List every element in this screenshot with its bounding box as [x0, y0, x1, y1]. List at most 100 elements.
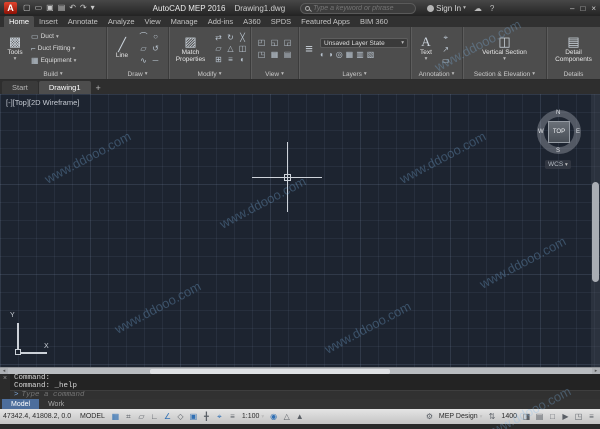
- vertical-scrollbar-thumb[interactable]: [592, 182, 599, 282]
- polygon-icon[interactable]: ▱: [138, 43, 149, 54]
- vertical-section-button[interactable]: ◫ Vertical Section ▾: [482, 35, 527, 63]
- tools-button[interactable]: ▩ Tools ▾: [2, 35, 28, 63]
- close-button[interactable]: ×: [591, 4, 596, 13]
- viewcube-south[interactable]: S: [556, 148, 560, 154]
- plot-icon[interactable]: ▤: [58, 2, 66, 14]
- match-properties-button[interactable]: ▨ Match Properties: [171, 35, 210, 63]
- layer-lock-icon[interactable]: ◎: [336, 50, 343, 59]
- view-front-icon[interactable]: ◱: [269, 37, 281, 48]
- cut-plane-value[interactable]: 1400: [501, 413, 517, 420]
- layer-off-icon[interactable]: ◐: [320, 50, 325, 59]
- view-top-icon[interactable]: ◰: [256, 37, 268, 48]
- layer-match-icon[interactable]: ▥: [356, 50, 364, 59]
- duct-fitting-button[interactable]: ⌐ Duct Fitting ▾: [31, 43, 76, 54]
- lineweight-icon[interactable]: ≡: [227, 411, 238, 422]
- layer-isolate-icon[interactable]: ▦: [346, 50, 354, 59]
- rotate-icon[interactable]: ↻: [225, 33, 236, 43]
- polyline-icon[interactable]: ─: [150, 55, 161, 66]
- viewcube-east[interactable]: E: [576, 129, 580, 135]
- dynamic-input-icon[interactable]: ⌖: [214, 411, 225, 422]
- ortho-toggle-icon[interactable]: ∟: [149, 411, 160, 422]
- minimize-button[interactable]: –: [570, 4, 574, 13]
- file-tab-start[interactable]: Start: [2, 81, 38, 94]
- horizontal-scrollbar-thumb[interactable]: [150, 369, 390, 374]
- cut-plane-icon[interactable]: ⇅: [486, 411, 497, 422]
- file-tab-drawing1[interactable]: Drawing1: [39, 81, 91, 94]
- graphics-performance-icon[interactable]: ▶: [560, 411, 571, 422]
- scroll-right-icon[interactable]: ▸: [592, 368, 600, 374]
- vertical-scrollbar[interactable]: [591, 94, 600, 367]
- new-icon[interactable]: ▢: [23, 2, 31, 14]
- maximize-button[interactable]: □: [580, 4, 585, 13]
- fillet-icon[interactable]: △: [225, 44, 236, 54]
- tab-featured-apps[interactable]: Featured Apps: [296, 16, 355, 27]
- grid-toggle-icon[interactable]: ▦: [110, 411, 121, 422]
- save-icon[interactable]: ▣: [46, 2, 54, 14]
- mirror-icon[interactable]: ▱: [213, 44, 224, 54]
- model-space-label[interactable]: MODEL: [80, 413, 105, 420]
- table-icon[interactable]: ▭: [442, 56, 450, 65]
- layer-properties-button[interactable]: ≡: [301, 42, 317, 56]
- command-input-row[interactable]: >: [10, 390, 600, 399]
- panel-label-layers[interactable]: Layers▾: [301, 69, 408, 79]
- workspace-gear-icon[interactable]: ⚙: [424, 411, 435, 422]
- workspace-switcher[interactable]: MEP Design ▾: [439, 413, 483, 420]
- object-snap-tracking-icon[interactable]: ╋: [201, 411, 212, 422]
- viewcube-north[interactable]: N: [556, 110, 560, 116]
- trim-icon[interactable]: ╳: [237, 33, 248, 43]
- command-window[interactable]: × Command: Command: _help >: [0, 374, 600, 399]
- erase-icon[interactable]: ≡: [225, 55, 236, 65]
- viewcube-west[interactable]: W: [538, 129, 544, 135]
- detail-components-button[interactable]: ▤ Detail Components: [549, 35, 598, 63]
- layer-freeze-icon[interactable]: ◑: [328, 50, 333, 59]
- open-icon[interactable]: ▭: [35, 2, 43, 14]
- tab-analyze[interactable]: Analyze: [103, 16, 140, 27]
- view-right-icon[interactable]: ◳: [256, 49, 268, 60]
- tab-a360[interactable]: A360: [238, 16, 266, 27]
- panel-label-section-elevation[interactable]: Section & Elevation▾: [465, 69, 544, 79]
- tab-addins[interactable]: Add-ins: [203, 16, 238, 27]
- command-input[interactable]: [22, 391, 242, 399]
- redo-icon[interactable]: ↷: [80, 2, 87, 14]
- polar-tracking-icon[interactable]: ∠: [162, 411, 173, 422]
- spline-icon[interactable]: ∿: [138, 55, 149, 66]
- viewcube[interactable]: N S W E TOP: [537, 110, 581, 154]
- line-button[interactable]: ╱ Line: [109, 38, 135, 59]
- isometric-drafting-icon[interactable]: ◇: [175, 411, 186, 422]
- tab-model[interactable]: Model: [2, 399, 39, 409]
- equipment-button[interactable]: ▦ Equipment ▾: [31, 55, 76, 66]
- viewport-controls[interactable]: [-][Top][2D Wireframe]: [6, 98, 79, 107]
- duct-button[interactable]: ▭ Duct ▾: [31, 31, 76, 42]
- layer-state-dropdown[interactable]: Unsaved Layer State ▾: [320, 38, 408, 48]
- help-icon[interactable]: ?: [490, 4, 494, 13]
- layer-walk-icon[interactable]: ▧: [367, 50, 375, 59]
- offset-icon[interactable]: ◐: [237, 55, 248, 65]
- isolate-objects-icon[interactable]: □: [547, 411, 558, 422]
- panel-label-modify[interactable]: Modify▾: [171, 69, 248, 79]
- move-icon[interactable]: ⇄: [213, 33, 224, 43]
- tab-bim360[interactable]: BIM 360: [355, 16, 393, 27]
- tab-view[interactable]: View: [140, 16, 166, 27]
- annotation-visibility-icon[interactable]: ◉: [268, 411, 279, 422]
- dimension-icon[interactable]: ⌖: [442, 33, 450, 43]
- app-menu-button[interactable]: A: [4, 2, 17, 14]
- annotation-scale-control[interactable]: 1:100 ▾: [242, 413, 264, 420]
- panel-label-annotation[interactable]: Annotation▾: [413, 69, 460, 79]
- search-box[interactable]: [300, 3, 416, 14]
- tab-manage[interactable]: Manage: [166, 16, 203, 27]
- search-input[interactable]: [313, 5, 411, 12]
- array-icon[interactable]: ◫: [237, 44, 248, 54]
- view-iso-icon[interactable]: ▦: [269, 49, 281, 60]
- command-close-icon[interactable]: ×: [0, 374, 10, 399]
- tab-home[interactable]: Home: [4, 16, 34, 27]
- qat-dropdown-icon[interactable]: ▾: [91, 2, 95, 14]
- panel-label-details[interactable]: Details: [549, 69, 598, 79]
- revision-cloud-icon[interactable]: ↺: [150, 43, 161, 54]
- view-style-icon[interactable]: ▤: [282, 49, 294, 60]
- tab-work[interactable]: Work: [39, 399, 73, 409]
- panel-label-draw[interactable]: Draw▾: [109, 69, 166, 79]
- tab-annotate[interactable]: Annotate: [63, 16, 103, 27]
- panel-label-view[interactable]: View▾: [253, 69, 296, 79]
- horizontal-scrollbar[interactable]: ◂ ▸: [0, 367, 600, 374]
- autoscale-icon[interactable]: △: [281, 411, 292, 422]
